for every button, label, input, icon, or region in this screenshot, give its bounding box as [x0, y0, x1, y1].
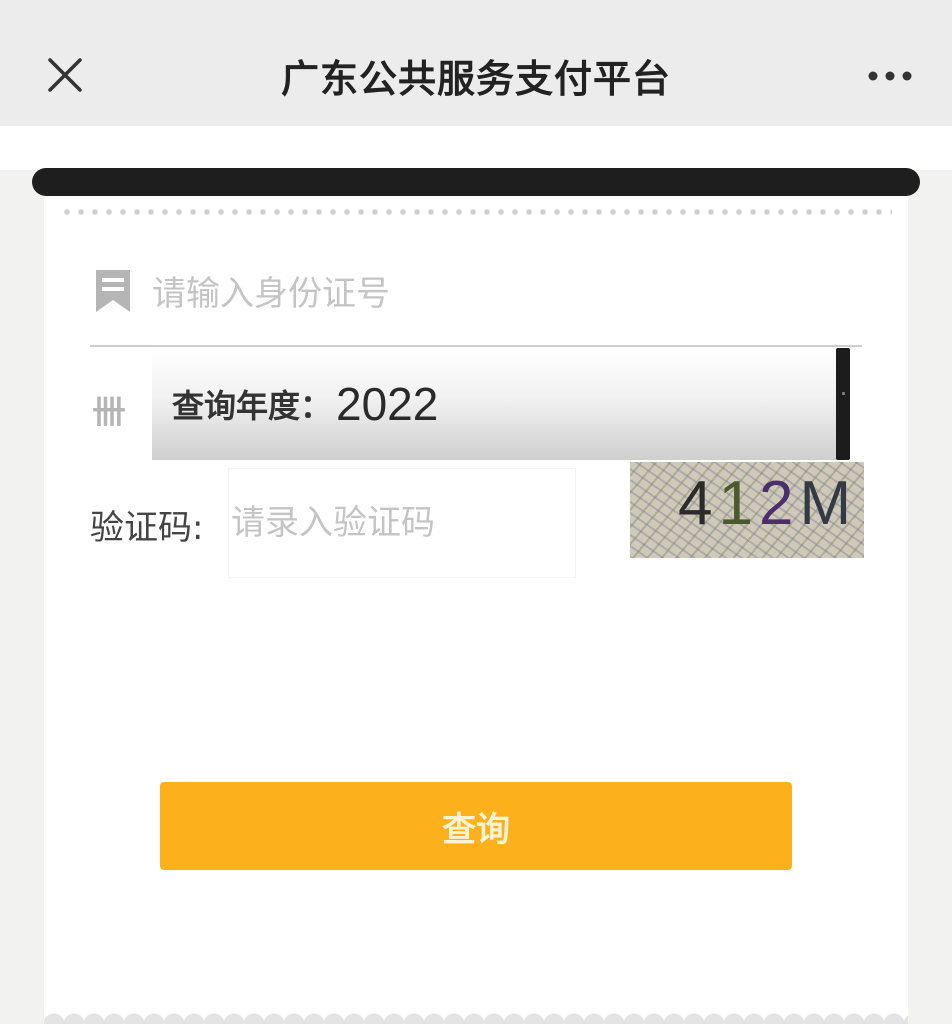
captcha-char: 2: [758, 469, 800, 538]
perforation-line: [60, 208, 892, 216]
header-divider-strip: [0, 126, 952, 170]
bookmark-icon: [96, 270, 130, 312]
year-value: 2022: [336, 378, 439, 430]
captcha-image[interactable]: 412M: [630, 462, 864, 558]
captcha-code: 412M: [678, 468, 857, 539]
captcha-char: 1: [718, 469, 759, 538]
year-selector[interactable]: 查询年度： 2022: [152, 348, 840, 460]
more-button[interactable]: [860, 56, 920, 96]
captcha-input[interactable]: [228, 468, 576, 578]
field-divider: [90, 345, 862, 347]
calendar-icon: 卌: [92, 394, 126, 426]
captcha-label: 验证码:: [90, 508, 204, 548]
page-title: 广东公共服务支付平台: [280, 57, 671, 101]
year-label: 查询年度：: [172, 387, 333, 425]
id-number-input[interactable]: [152, 266, 752, 322]
query-button[interactable]: 查询: [160, 782, 792, 870]
captcha-char: M: [799, 469, 858, 538]
receipt-slot: [32, 168, 920, 196]
captcha-char: 4: [678, 469, 719, 538]
title-bar: 广东公共服务支付平台: [0, 0, 952, 126]
selector-scrollbar[interactable]: [836, 348, 850, 460]
scrollbar-grip: [842, 392, 845, 395]
more-icon: [868, 71, 912, 81]
receipt-bottom-edge: [44, 1004, 908, 1024]
